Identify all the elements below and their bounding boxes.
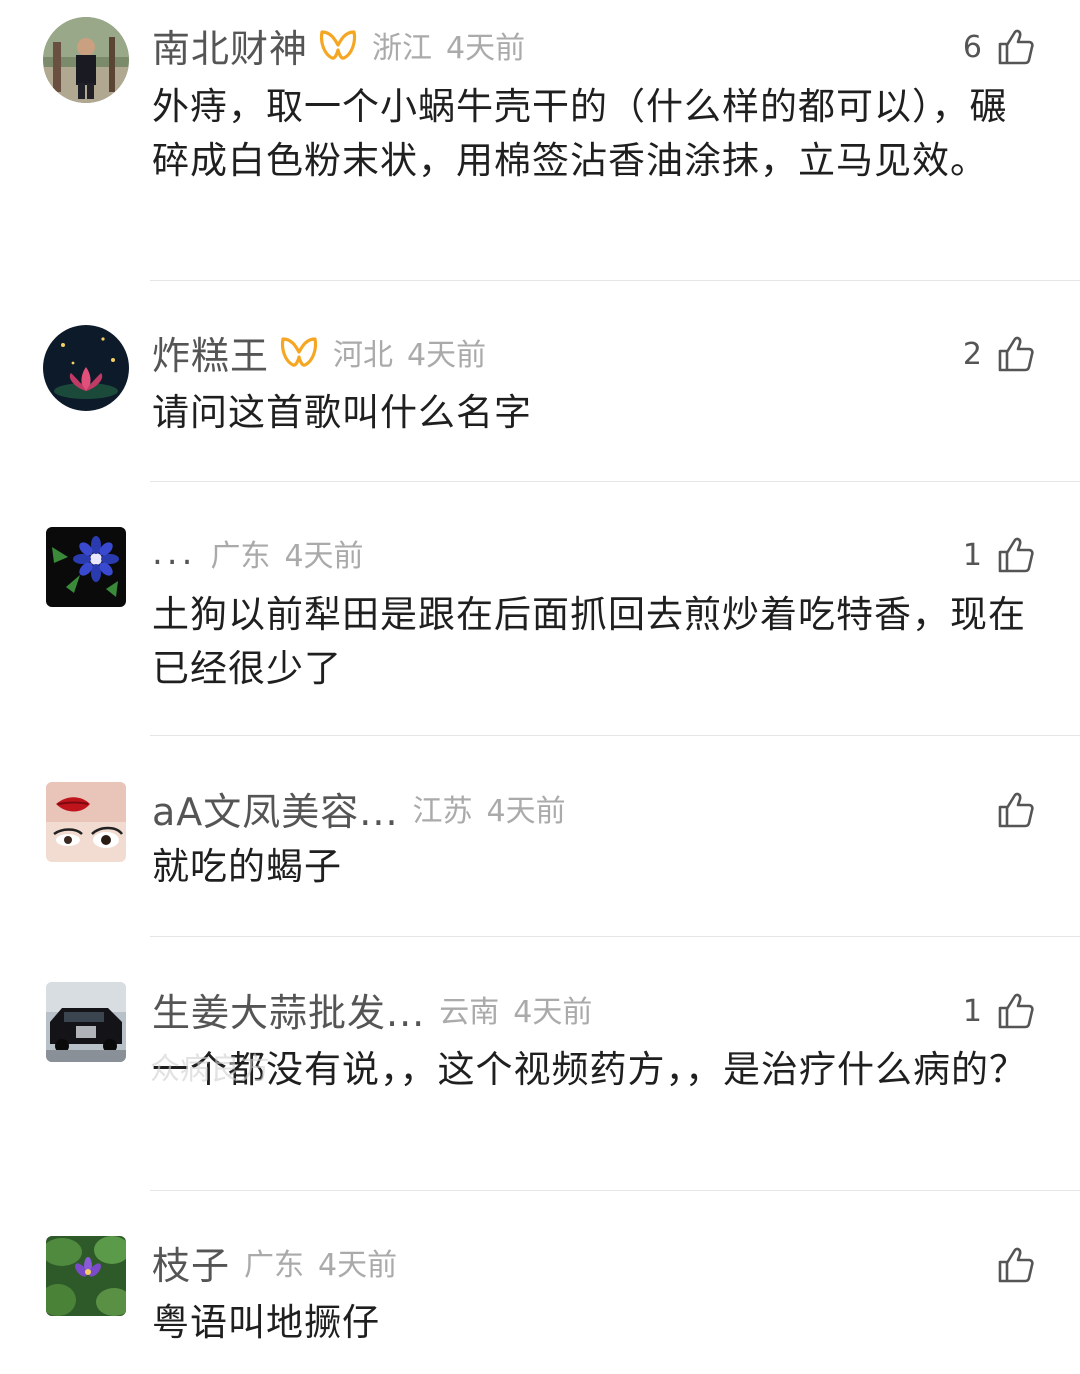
- comment-text: 外痔，取一个小蜗牛壳干的（什么样的都可以），碾碎成白色粉末状，用棉签沾香油涂抹，…: [152, 85, 1008, 182]
- username[interactable]: 炸糕王: [152, 325, 269, 380]
- comment-meta: 枝子 广东 4天前: [152, 1235, 398, 1290]
- timestamp: 4天前: [513, 995, 593, 1030]
- comment-text: 就吃的蝎子: [152, 845, 342, 888]
- divider: [150, 280, 1080, 281]
- comment-text: 请问这首歌叫什么名字: [152, 391, 532, 434]
- like-button[interactable]: 2: [963, 329, 1036, 379]
- like-button[interactable]: [982, 785, 1036, 835]
- comment-meta: 炸糕王 河北 4天前: [152, 325, 487, 380]
- avatar[interactable]: [43, 325, 129, 411]
- timestamp: 4天前: [407, 338, 487, 373]
- divider: [150, 1190, 1080, 1191]
- comment-text: 粤语叫地撅仔: [152, 1301, 380, 1344]
- like-count: 2: [962, 336, 982, 372]
- divider: [150, 936, 1080, 937]
- vip-badge-icon: [280, 337, 318, 367]
- location: 广东: [244, 1248, 305, 1283]
- timestamp: 4天前: [446, 31, 526, 66]
- location: 浙江: [372, 31, 433, 66]
- avatar[interactable]: [46, 1236, 126, 1316]
- username[interactable]: 枝子: [152, 1235, 230, 1290]
- vip-badge-icon: [319, 30, 357, 60]
- thumbs-up-icon: [998, 792, 1034, 828]
- location: 云南: [439, 995, 500, 1030]
- like-count: 1: [962, 537, 982, 573]
- location: 江苏: [412, 794, 473, 829]
- location: 河北: [333, 338, 394, 373]
- thumbs-up-icon: [998, 1247, 1034, 1283]
- username[interactable]: 生姜大蒜批发...: [152, 982, 425, 1037]
- like-button[interactable]: 1: [963, 530, 1036, 580]
- timestamp: 4天前: [486, 794, 566, 829]
- like-count: 6: [962, 29, 982, 65]
- divider: [150, 481, 1080, 482]
- comment-text: 土狗以前犁田是跟在后面抓回去煎炒着吃特香，现在已经很少了: [152, 593, 1026, 690]
- thumbs-up-icon: [998, 537, 1034, 573]
- like-button[interactable]: [982, 1240, 1036, 1290]
- thumbs-up-icon: [998, 993, 1034, 1029]
- like-button[interactable]: 1: [963, 986, 1036, 1036]
- comment-meta: ... 广东 4天前: [152, 528, 364, 578]
- timestamp: 4天前: [284, 539, 364, 574]
- timestamp: 4天前: [318, 1248, 398, 1283]
- username[interactable]: 南北财神: [152, 18, 308, 73]
- divider: [150, 735, 1080, 736]
- thumbs-up-icon: [998, 29, 1034, 65]
- avatar[interactable]: [46, 982, 126, 1062]
- comment-meta: aA文凤美容... 江苏 4天前: [152, 781, 566, 836]
- avatar[interactable]: [46, 527, 126, 607]
- comment-meta: 南北财神 浙江 4天前: [152, 18, 526, 73]
- location: 广东: [210, 539, 271, 574]
- avatar[interactable]: [46, 782, 126, 862]
- avatar[interactable]: [43, 17, 129, 103]
- like-count: 1: [962, 993, 982, 1029]
- like-button[interactable]: 6: [963, 22, 1036, 72]
- username[interactable]: ...: [152, 533, 196, 573]
- watermark: 众病良方: [150, 1052, 270, 1087]
- comment-meta: 生姜大蒜批发... 云南 4天前: [152, 982, 593, 1037]
- comment-text: 一个都没有说，，这个视频药方，，是治疗什么病的？: [152, 1048, 1027, 1091]
- username[interactable]: aA文凤美容...: [152, 781, 399, 836]
- thumbs-up-icon: [998, 336, 1034, 372]
